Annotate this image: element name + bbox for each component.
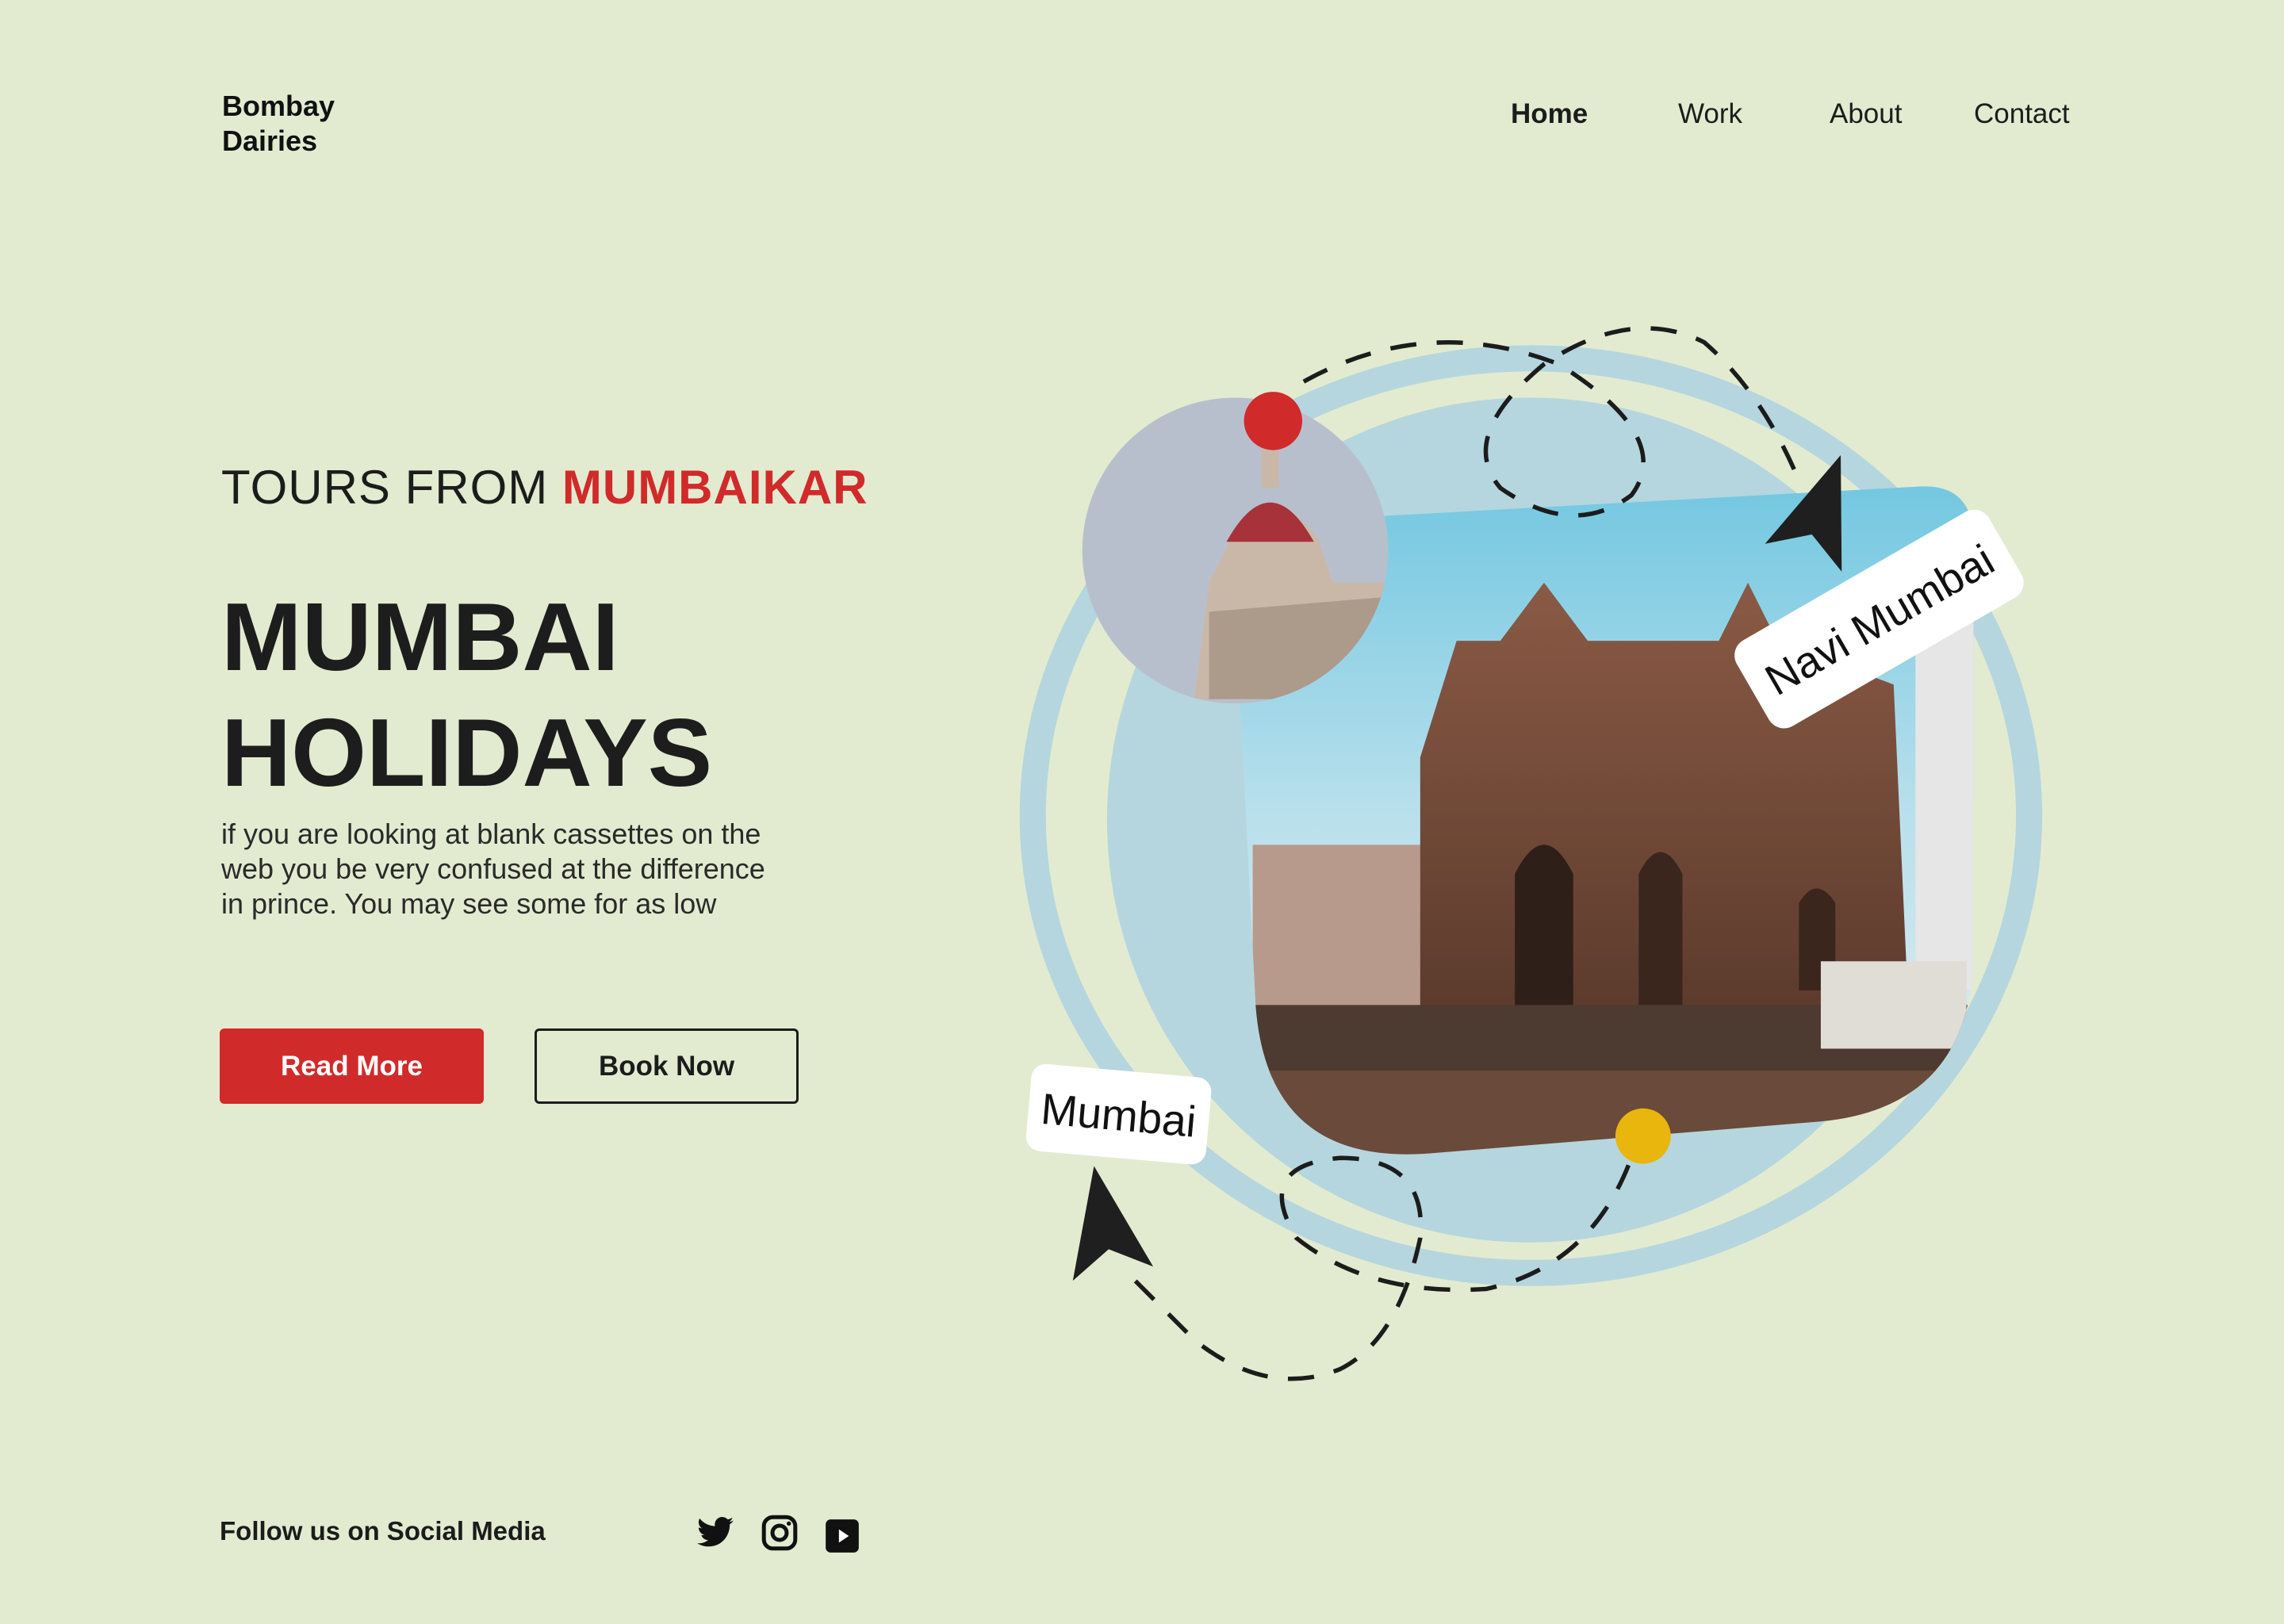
hero-illustration: Navi Mumbai Mumbai (1019, 326, 2043, 1381)
end-pin-dot (1615, 1108, 1671, 1164)
label-mumbai: Mumbai (1025, 1063, 1212, 1165)
start-pin-dot (1244, 392, 1303, 450)
paper-plane-icon (1072, 1166, 1154, 1281)
